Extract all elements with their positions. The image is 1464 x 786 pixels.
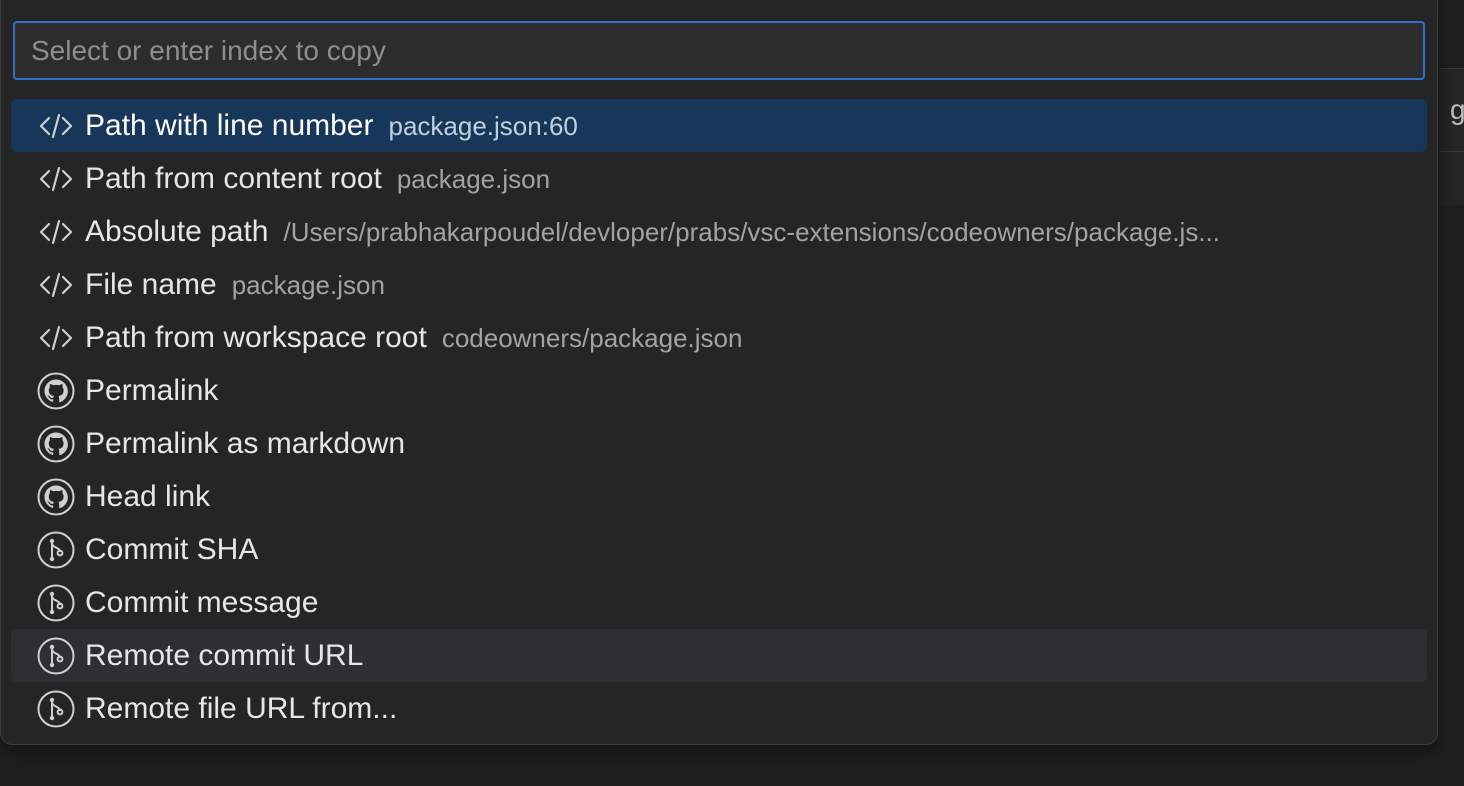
- quick-pick-item-file-name[interactable]: File name package.json: [11, 258, 1427, 311]
- item-label: Commit SHA: [85, 532, 259, 566]
- git-commit-icon: [37, 531, 75, 569]
- item-label: Head link: [85, 479, 211, 513]
- item-description: package.json:60: [388, 110, 578, 141]
- item-label: Path from workspace root: [85, 320, 427, 354]
- quick-pick-item-permalink-as-markdown[interactable]: Permalink as markdown: [11, 417, 1427, 470]
- quick-pick-item-commit-message[interactable]: Commit message: [11, 576, 1427, 629]
- item-label: Commit message: [85, 585, 319, 619]
- quick-pick-item-absolute-path[interactable]: Absolute path/Users/prabhakarpoudel/devl…: [11, 205, 1427, 258]
- item-label: Permalink as markdown: [85, 426, 406, 460]
- item-label: Absolute path: [85, 214, 269, 248]
- github-icon: [37, 425, 75, 463]
- code-icon: [37, 160, 75, 198]
- item-label: Remote commit URL: [85, 638, 364, 672]
- quick-pick-item-path-from-content-root[interactable]: Path from content root package.json: [11, 152, 1427, 205]
- git-commit-icon: [37, 637, 75, 675]
- git-commit-icon: [37, 584, 75, 622]
- item-description: package.json: [396, 163, 551, 194]
- item-label: Remote file URL from...: [85, 691, 398, 725]
- git-commit-icon: [37, 690, 75, 728]
- item-description: codeowners/package.json: [441, 322, 743, 353]
- code-icon: [37, 266, 75, 304]
- search-input[interactable]: [15, 23, 1423, 78]
- background-peek-text: g T: [1450, 94, 1464, 125]
- quick-pick-list: Path with line number package.json:60 Path…: [11, 99, 1427, 735]
- item-description: package.json: [231, 269, 385, 300]
- quick-pick-panel: Path with line numberpackage.json:60Path…: [0, 0, 1438, 745]
- quick-pick-item-remote-commit-url[interactable]: Remote commit URL: [11, 629, 1427, 682]
- code-icon: [37, 213, 75, 251]
- quick-pick-item-path-with-line-number[interactable]: Path with line number package.json:60: [11, 99, 1427, 152]
- quick-pick-item-remote-file-url-from[interactable]: Remote file URL from...: [11, 682, 1427, 735]
- divider: [1440, 151, 1464, 152]
- code-icon: [37, 319, 75, 357]
- quick-pick-item-permalink[interactable]: Permalink: [11, 364, 1427, 417]
- search-box[interactable]: [13, 21, 1425, 80]
- item-label: Permalink: [85, 373, 219, 407]
- item-label: Path from content root: [85, 161, 382, 195]
- code-icon: [37, 107, 75, 145]
- item-label: Path with line number: [85, 108, 374, 142]
- item-description: /Users/prabhakarpoudel/devloper/prabs/vs…: [283, 216, 1220, 247]
- background-editor-strip: g T: [1440, 68, 1464, 205]
- github-icon: [37, 478, 75, 516]
- item-label: File name: [85, 267, 217, 301]
- github-icon: [37, 372, 75, 410]
- quick-pick-item-head-link[interactable]: Head link: [11, 470, 1427, 523]
- quick-pick-item-path-from-workspace-root[interactable]: Path from workspace root codeowners/packa…: [11, 311, 1427, 364]
- quick-pick-item-commit-sha[interactable]: Commit SHA: [11, 523, 1427, 576]
